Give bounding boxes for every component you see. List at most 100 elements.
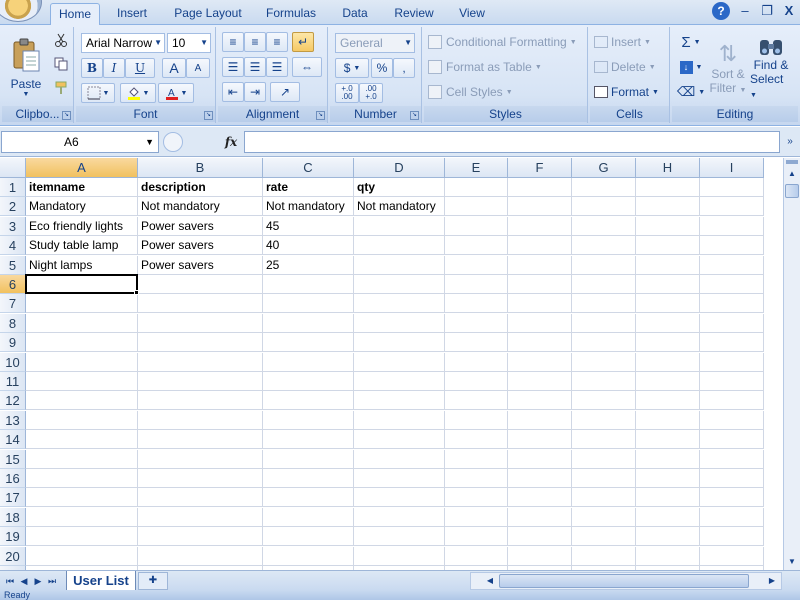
cell-d15[interactable]	[354, 449, 445, 469]
cell-b2[interactable]: Not mandatory	[138, 197, 263, 217]
increase-indent-icon[interactable]: ⇥	[244, 82, 266, 102]
cell-e8[interactable]	[445, 313, 508, 333]
column-header-f[interactable]: F	[508, 158, 572, 178]
cell-b7[interactable]	[138, 294, 263, 314]
cell-i12[interactable]	[700, 391, 764, 411]
formula-input[interactable]	[244, 131, 780, 153]
cell-f11[interactable]	[508, 372, 572, 391]
cell-d10[interactable]	[354, 352, 445, 372]
close-icon[interactable]: X	[780, 2, 798, 20]
cell-i4[interactable]	[700, 236, 764, 256]
cell-f5[interactable]	[508, 255, 572, 275]
cell-d18[interactable]	[354, 507, 445, 527]
cell-c18[interactable]	[263, 507, 354, 527]
bold-button[interactable]: B	[81, 58, 103, 78]
cell-h10[interactable]	[636, 352, 700, 372]
align-left-icon[interactable]: ☰	[222, 57, 244, 77]
cell-c19[interactable]	[263, 527, 354, 547]
autosum-button[interactable]: Σ ▼	[676, 33, 706, 51]
cell-b16[interactable]	[138, 469, 263, 488]
horizontal-scroll-thumb[interactable]	[499, 574, 749, 588]
cell-c12[interactable]	[263, 391, 354, 411]
cell-i2[interactable]	[700, 197, 764, 217]
number-launcher-icon[interactable]: ↘	[410, 111, 419, 120]
row-header-1[interactable]: 1	[0, 178, 26, 197]
align-bottom-icon[interactable]: ≡	[266, 32, 288, 52]
cell-f15[interactable]	[508, 449, 572, 469]
cell-c17[interactable]	[263, 488, 354, 508]
cell-h17[interactable]	[636, 488, 700, 508]
row-header-4[interactable]: 4	[0, 236, 26, 256]
font-size-select[interactable]: 10 ▼	[167, 33, 211, 53]
cell-e18[interactable]	[445, 507, 508, 527]
cell-g15[interactable]	[572, 449, 636, 469]
first-sheet-icon[interactable]: ⏮	[4, 573, 16, 589]
cell-b9[interactable]	[138, 333, 263, 353]
cell-a11[interactable]	[26, 372, 138, 391]
cell-b13[interactable]	[138, 410, 263, 430]
cell-h20[interactable]	[636, 546, 700, 566]
cell-h12[interactable]	[636, 391, 700, 411]
vertical-scroll-thumb[interactable]	[785, 184, 799, 198]
cell-d19[interactable]	[354, 527, 445, 547]
column-header-i[interactable]: I	[700, 158, 764, 178]
cell-f16[interactable]	[508, 469, 572, 488]
cell-i3[interactable]	[700, 216, 764, 236]
cell-c13[interactable]	[263, 410, 354, 430]
tab-home[interactable]: Home	[50, 3, 100, 26]
orientation-icon[interactable]: ↗	[270, 82, 300, 102]
cell-c10[interactable]	[263, 352, 354, 372]
cell-d6[interactable]	[354, 275, 445, 294]
office-button[interactable]	[0, 0, 42, 22]
cell-a20[interactable]	[26, 546, 138, 566]
cell-h3[interactable]	[636, 216, 700, 236]
cell-a3[interactable]: Eco friendly lights	[26, 216, 138, 236]
sheet-tab-user-list[interactable]: User List	[66, 571, 136, 591]
underline-button[interactable]: U	[125, 58, 155, 78]
cell-e20[interactable]	[445, 546, 508, 566]
cell-f19[interactable]	[508, 527, 572, 547]
cell-h13[interactable]	[636, 410, 700, 430]
restore-icon[interactable]: ❐	[758, 2, 776, 20]
name-box[interactable]: A6 ▼	[1, 131, 159, 153]
cell-e14[interactable]	[445, 430, 508, 450]
cut-icon[interactable]	[52, 31, 70, 49]
cell-a7[interactable]	[26, 294, 138, 314]
cell-i10[interactable]	[700, 352, 764, 372]
cell-a5[interactable]: Night lamps	[26, 255, 138, 275]
row-header-6[interactable]: 6	[0, 275, 26, 294]
vertical-scrollbar[interactable]: ▲ ▼	[783, 158, 800, 570]
insert-sheet-icon[interactable]: ✚	[138, 572, 168, 590]
minimize-icon[interactable]: –	[736, 2, 754, 20]
cell-d14[interactable]	[354, 430, 445, 450]
cell-g3[interactable]	[572, 216, 636, 236]
row-header-20[interactable]: 20	[0, 546, 26, 566]
cell-h9[interactable]	[636, 333, 700, 353]
increase-decimal-button[interactable]: +.0 .00	[335, 83, 359, 103]
column-header-a[interactable]: A	[26, 158, 138, 178]
cell-i9[interactable]	[700, 333, 764, 353]
cell-i5[interactable]	[700, 255, 764, 275]
cell-b4[interactable]: Power savers	[138, 236, 263, 256]
cell-d5[interactable]	[354, 255, 445, 275]
cell-h5[interactable]	[636, 255, 700, 275]
cell-g12[interactable]	[572, 391, 636, 411]
align-top-icon[interactable]: ≡	[222, 32, 244, 52]
insert-function-button[interactable]: fx	[220, 132, 242, 152]
cell-a9[interactable]	[26, 333, 138, 353]
cell-g1[interactable]	[572, 178, 636, 197]
help-icon[interactable]: ?	[712, 2, 730, 20]
cell-a13[interactable]	[26, 410, 138, 430]
row-header-11[interactable]: 11	[0, 372, 26, 391]
cell-a17[interactable]	[26, 488, 138, 508]
cell-b8[interactable]	[138, 313, 263, 333]
cell-g19[interactable]	[572, 527, 636, 547]
cell-c15[interactable]	[263, 449, 354, 469]
scroll-left-icon[interactable]: ◀	[483, 573, 497, 589]
cell-g2[interactable]	[572, 197, 636, 217]
italic-button[interactable]: I	[103, 58, 125, 78]
cell-a19[interactable]	[26, 527, 138, 547]
row-header-7[interactable]: 7	[0, 294, 26, 314]
column-header-g[interactable]: G	[572, 158, 636, 178]
cell-d13[interactable]	[354, 410, 445, 430]
